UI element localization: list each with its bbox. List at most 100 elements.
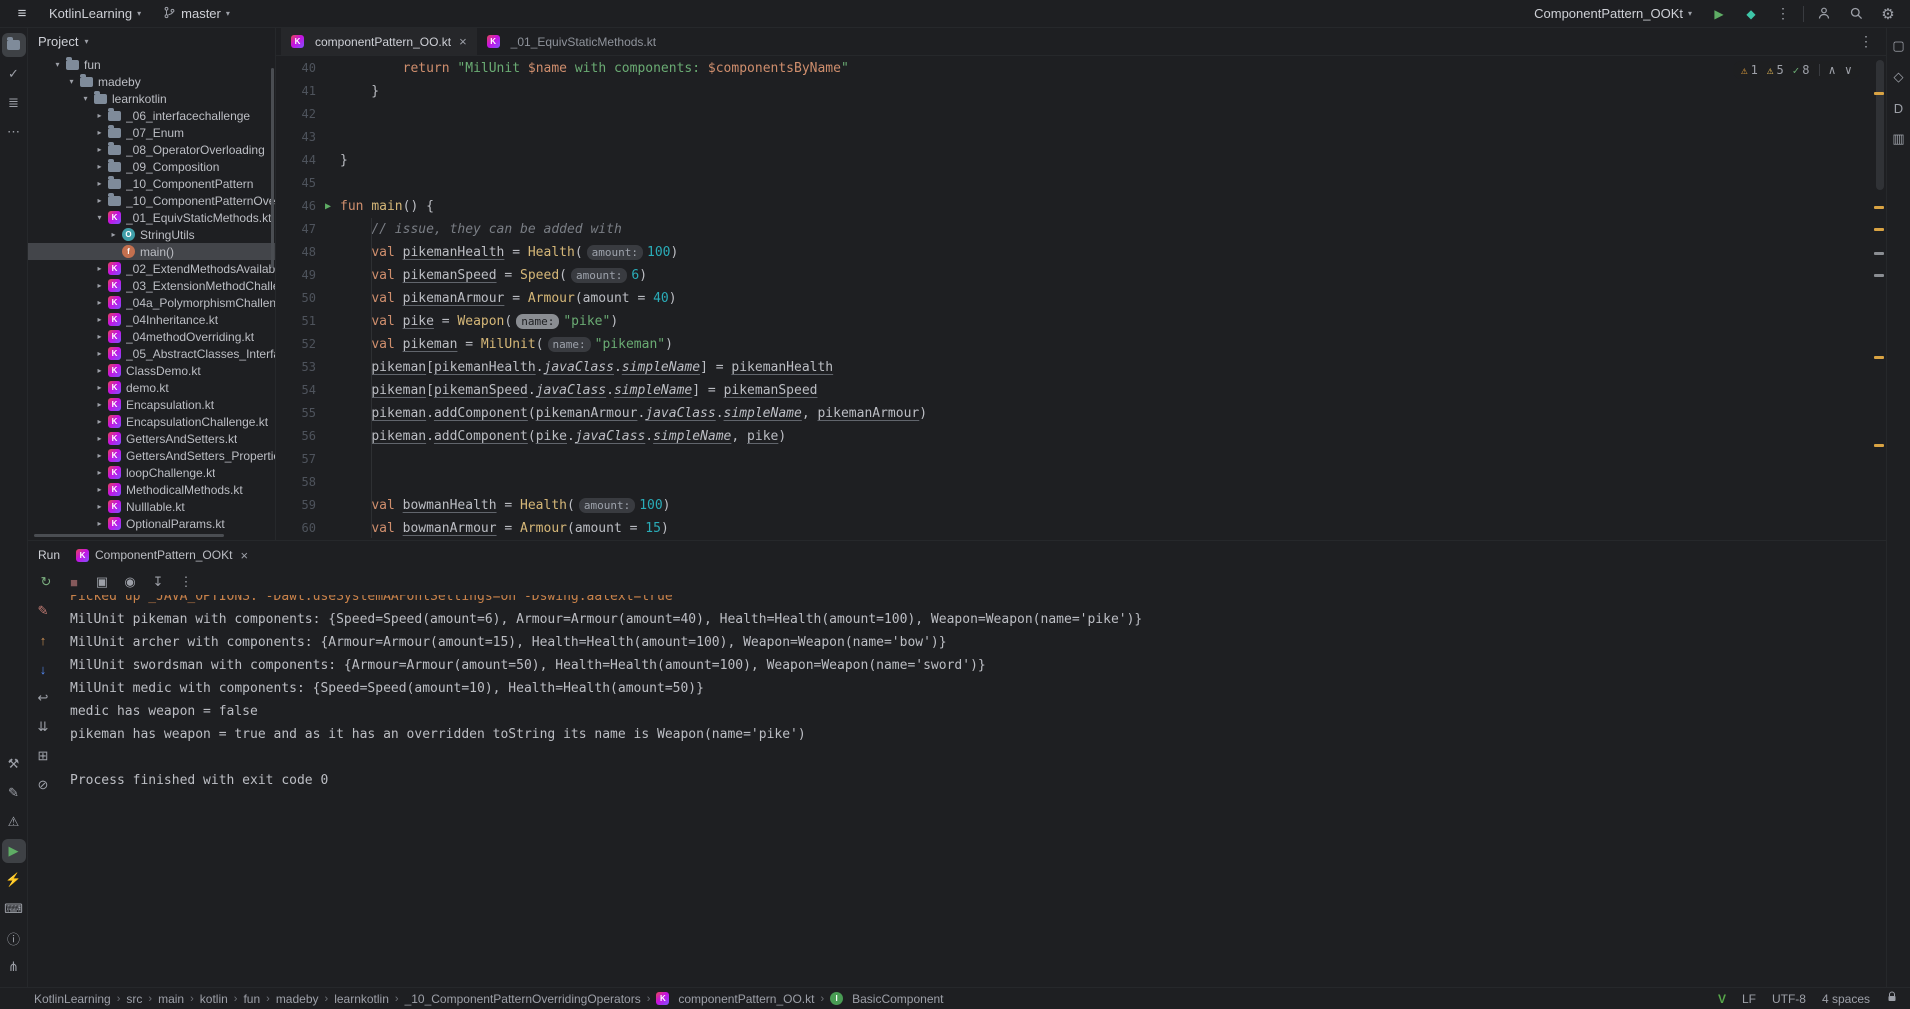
tree-item[interactable]: ▸KloopChallenge.kt [28,464,275,481]
code-line[interactable]: 43 [276,126,1886,149]
tree-item[interactable]: ▸OStringUtils [28,226,275,243]
code-line[interactable]: 54 pikeman[pikemanSpeed.javaClass.simple… [276,379,1886,402]
tree-expand-arrow[interactable]: ▸ [94,332,105,341]
code-line[interactable]: 51 val pike = Weapon(name:"pike") [276,310,1886,333]
next-problem-button[interactable]: ∨ [1845,63,1852,77]
tree-item[interactable]: ▾fun [28,56,275,73]
tree-item[interactable]: ▾K_01_EquivStaticMethods.kt [28,209,275,226]
inspection-warning-item[interactable]: ⚠5 [1767,63,1784,77]
tree-item[interactable]: ▸KEncapsulationChallenge.kt [28,413,275,430]
tree-item[interactable]: ▸_10_ComponentPatternOverridin [28,192,275,209]
code-line[interactable]: 59 val bowmanHealth = Health(amount:100) [276,494,1886,517]
tree-expand-arrow[interactable]: ▸ [94,519,105,528]
project-horizontal-scrollbar[interactable] [34,534,224,537]
main-menu-button[interactable]: ≡ [10,2,34,26]
indent-indicator[interactable]: 4 spaces [1822,992,1870,1006]
version-control-tool-button[interactable]: ⋔ [2,955,26,979]
commit-tool-button[interactable]: ✓ [2,62,26,86]
code-line[interactable]: 47 // issue, they can be added with [276,218,1886,241]
tree-item[interactable]: ▸KMethodicalMethods.kt [28,481,275,498]
tree-expand-arrow[interactable]: ▸ [94,468,105,477]
soft-wrap-button[interactable]: ↩ [33,688,53,708]
up-stack-trace-button[interactable]: ↑ [33,630,53,650]
tree-item[interactable]: ▸K_05_AbstractClasses_Interfaces [28,345,275,362]
breadcrumb-item[interactable]: fun [243,992,260,1006]
run-configuration-widget[interactable]: ComponentPattern_OOKt ▾ [1527,4,1699,23]
print-console-button[interactable]: ⊞ [33,746,53,766]
editor-tab[interactable]: KcomponentPattern_OO.kt× [281,28,477,55]
tree-expand-arrow[interactable]: ▸ [108,230,119,239]
run-tab[interactable]: K ComponentPattern_OOKt × [76,548,248,563]
code-line[interactable]: 46▶fun main() { [276,195,1886,218]
coverage-button[interactable]: ▣ [90,571,114,593]
tree-expand-arrow[interactable]: ▸ [94,315,105,324]
tree-collapse-arrow[interactable]: ▾ [80,94,91,103]
terminal-tool-button[interactable]: ⌨ [2,897,26,921]
stop-button[interactable]: ■ [62,571,86,593]
close-icon[interactable]: × [240,548,248,563]
inspection-warning-item[interactable]: ⚠1 [1741,63,1758,77]
tree-item[interactable]: ▸_06_interfacechallenge [28,107,275,124]
clear-console-button[interactable]: ⊘ [33,775,53,795]
code-line[interactable]: 44} [276,149,1886,172]
tree-expand-arrow[interactable]: ▸ [94,281,105,290]
breadcrumb-item[interactable]: kotlin [200,992,228,1006]
vim-icon[interactable]: V [1718,992,1726,1006]
line-ending-indicator[interactable]: LF [1742,992,1756,1006]
tree-expand-arrow[interactable]: ▸ [94,366,105,375]
vcs-branch-widget[interactable]: master ▾ [156,4,237,24]
editor-tab[interactable]: K_01_EquivStaticMethods.kt [477,28,666,55]
code-line[interactable]: 58 [276,471,1886,494]
more-tools-button[interactable]: ⋯ [2,120,26,144]
tree-item[interactable]: ▸KNulllable.kt [28,498,275,515]
code-line[interactable]: 56 pikeman.addComponent(pike.javaClass.s… [276,425,1886,448]
code-line[interactable]: 50 val pikemanArmour = Armour(amount = 4… [276,287,1886,310]
tree-item[interactable]: ▸Kdemo.kt [28,379,275,396]
tree-expand-arrow[interactable]: ▸ [94,502,105,511]
notifications-tool-button[interactable]: ⓘ [2,926,26,950]
tree-expand-arrow[interactable]: ▸ [94,179,105,188]
down-stack-trace-button[interactable]: ↓ [33,659,53,679]
tree-expand-arrow[interactable]: ▸ [94,196,105,205]
tree-expand-arrow[interactable]: ▸ [94,434,105,443]
search-icon[interactable] [1844,2,1868,26]
tree-expand-arrow[interactable]: ▸ [94,111,105,120]
code-line[interactable]: 42 [276,103,1886,126]
tree-collapse-arrow[interactable]: ▾ [66,77,77,86]
problems-tool-button[interactable]: ⚠ [2,810,26,834]
inspection-ok-item[interactable]: ✓8 [1793,63,1810,77]
code-with-me-icon[interactable] [1812,2,1836,26]
tree-item[interactable]: ▸KClassDemo.kt [28,362,275,379]
editor-scrollbar[interactable] [1876,60,1884,190]
run-tool-button[interactable]: ▶ [2,839,26,863]
breadcrumb-item[interactable]: main [158,992,184,1006]
tree-item[interactable]: ▸K_03_ExtensionMethodChallenge [28,277,275,294]
breadcrumb-item[interactable]: _10_ComponentPatternOverridingOperators [405,992,641,1006]
breadcrumb-item[interactable]: KotlinLearning [34,992,111,1006]
structure-tool-button[interactable]: ≣ [2,91,26,115]
gradle-button[interactable]: ▥ [1887,127,1910,151]
code-line[interactable]: 57 [276,448,1886,471]
tree-expand-arrow[interactable]: ▸ [94,162,105,171]
project-vertical-scrollbar[interactable] [271,68,274,268]
run-panel-title[interactable]: Run [38,548,60,562]
project-tool-button[interactable] [2,33,26,57]
console-settings-button[interactable]: ✎ [33,601,53,621]
tree-item[interactable]: ▸K_04methodOverriding.kt [28,328,275,345]
more-actions-button[interactable]: ⋮ [1771,2,1795,26]
rerun-button[interactable]: ↻ [34,571,58,593]
tree-item[interactable]: ▸_07_Enum [28,124,275,141]
services-tool-button[interactable]: ⚡ [2,868,26,892]
tree-item[interactable]: ▸KEncapsulation.kt [28,396,275,413]
code-line[interactable]: 41 } [276,80,1886,103]
console-more-button[interactable]: ⋮ [174,571,198,593]
breadcrumb-item[interactable]: KcomponentPattern_OO.kt [656,992,814,1006]
tree-expand-arrow[interactable]: ▸ [94,417,105,426]
tree-item[interactable]: ▸K_04a_PolymorphismChallenge.k [28,294,275,311]
profiler-button[interactable]: ◉ [118,571,142,593]
project-panel-header[interactable]: Project ▾ [28,28,275,54]
prev-problem-button[interactable]: ∧ [1829,63,1836,77]
tree-item[interactable]: ▸K_02_ExtendMethodsAvailableFo [28,260,275,277]
code-line[interactable]: 49 val pikemanSpeed = Speed(amount:6) [276,264,1886,287]
close-icon[interactable]: × [459,34,467,49]
